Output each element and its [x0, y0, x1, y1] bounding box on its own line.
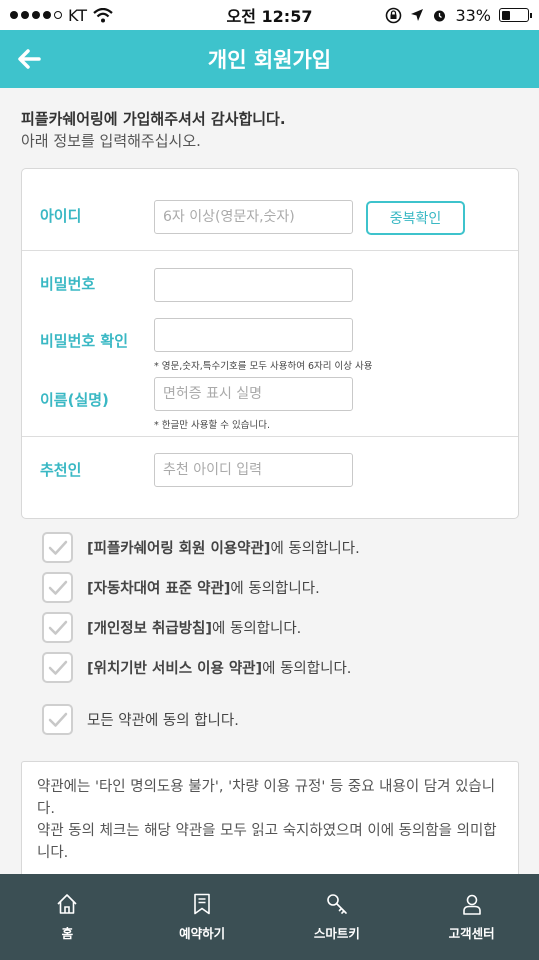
rotation-lock-icon	[386, 7, 402, 23]
agree-all-checkbox[interactable]	[42, 704, 73, 735]
agree-all[interactable]: 모든 약관에 동의 합니다.	[42, 704, 239, 735]
agreement-text: [개인정보 취급방침]에 동의합니다.	[87, 621, 302, 637]
agreement-text: [피플카쉐어링 회원 이용약관]에 동의합니다.	[87, 541, 360, 557]
divider	[22, 250, 518, 251]
back-button[interactable]	[14, 44, 44, 74]
divider	[22, 436, 518, 437]
location-arrow-icon	[411, 9, 424, 21]
status-right: 33%	[385, 5, 532, 25]
nav-support[interactable]: 고객센터	[404, 874, 539, 960]
duplicate-check-button[interactable]: 중복확인	[366, 201, 465, 235]
password-label: 비밀번호	[40, 275, 96, 293]
password-confirm-label: 비밀번호 확인	[40, 332, 129, 350]
thanks-text: 피플카쉐어링에 가입해주셔서 감사합니다.	[21, 110, 286, 128]
intro: 피플카쉐어링에 가입해주셔서 감사합니다. 아래 정보를 입력해주십시오.	[21, 108, 286, 152]
page-title: 개인 회원가입	[207, 48, 332, 72]
nav-support-label: 고객센터	[448, 925, 495, 941]
check-icon	[48, 660, 67, 675]
notice-line: 약관에는 '타인 명의도용 불가', '차량 이용 규정' 등 중요 내용이 담…	[37, 779, 496, 817]
nav-smartkey-label: 스마트키	[313, 925, 360, 941]
nav-home-label: 홈	[61, 925, 74, 941]
nav-home[interactable]: 홈	[0, 874, 135, 960]
agreement-text: [위치기반 서비스 이용 약관]에 동의합니다.	[87, 661, 352, 677]
signal-icon	[10, 11, 62, 19]
check-icon	[48, 712, 67, 727]
name-input[interactable]	[154, 377, 353, 411]
nav-smartkey[interactable]: 스마트키	[270, 874, 405, 960]
back-arrow-icon	[18, 49, 41, 69]
check-icon	[48, 580, 67, 595]
agreement-checkbox[interactable]	[42, 612, 73, 643]
status-bar: KT 오전 12:57 33%	[0, 0, 539, 30]
check-icon	[48, 620, 67, 635]
status-left: KT	[10, 6, 113, 25]
key-icon	[327, 893, 347, 914]
name-label: 이름(실명)	[40, 391, 109, 409]
nav-reserve[interactable]: 예약하기	[135, 874, 270, 960]
agreement-terms[interactable]: [피플카쉐어링 회원 이용약관]에 동의합니다.	[42, 532, 360, 563]
home-icon	[57, 893, 77, 914]
notice-line: 약관 동의 체크는 해당 약관을 모두 읽고 숙지하였으며 이에 동의함을 의미…	[37, 823, 497, 861]
referrer-input[interactable]	[154, 453, 353, 487]
password-confirm-input[interactable]	[154, 318, 353, 352]
bookmark-icon	[194, 893, 210, 914]
check-icon	[48, 540, 67, 555]
id-label: 아이디	[40, 207, 82, 225]
app-header: 개인 회원가입	[0, 30, 539, 88]
id-input[interactable]	[154, 200, 353, 234]
agreement-checkbox[interactable]	[42, 572, 73, 603]
nav-reserve-label: 예약하기	[179, 925, 226, 941]
agreement-rental[interactable]: [자동차대여 표준 약관]에 동의합니다.	[42, 572, 320, 603]
person-icon	[462, 894, 481, 915]
referrer-label: 추천인	[40, 461, 82, 479]
agree-all-text: 모든 약관에 동의 합니다.	[87, 713, 239, 729]
password-input[interactable]	[154, 268, 353, 302]
agreement-location[interactable]: [위치기반 서비스 이용 약관]에 동의합니다.	[42, 652, 351, 683]
instruction-text: 아래 정보를 입력해주십시오.	[21, 132, 201, 150]
password-hint: * 영문,숫자,특수기호를 모두 사용하여 6자리 이상 사용	[154, 361, 373, 372]
name-hint: * 한글만 사용할 수 있습니다.	[154, 420, 270, 431]
agreement-privacy[interactable]: [개인정보 취급방침]에 동의합니다.	[42, 612, 301, 643]
alarm-icon	[434, 10, 446, 21]
bottom-nav: 홈 예약하기 스마트키 고객센터	[0, 874, 539, 960]
carrier-label: KT	[68, 5, 88, 25]
signup-form: 아이디 중복확인 비밀번호 비밀번호 확인 * 영문,숫자,특수기호를 모두 사…	[21, 168, 519, 519]
battery-percent: 33%	[455, 5, 491, 25]
battery-icon	[499, 8, 532, 22]
agreement-checkbox[interactable]	[42, 532, 73, 563]
wifi-icon	[93, 7, 113, 22]
agreement-text: [자동차대여 표준 약관]에 동의합니다.	[87, 581, 320, 597]
agreement-checkbox[interactable]	[42, 652, 73, 683]
